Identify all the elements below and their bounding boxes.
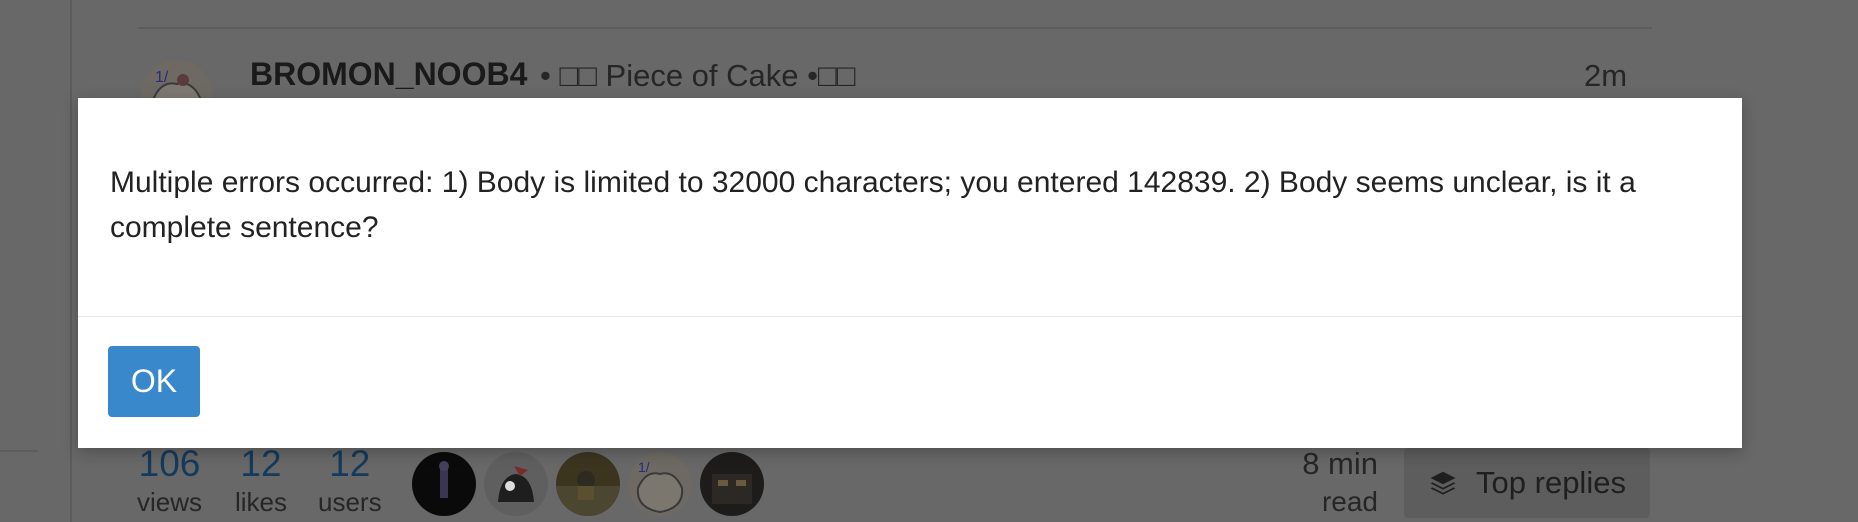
post-username[interactable]: BROMON_NOOB4 [250,56,527,93]
svg-text:1/: 1/ [155,69,169,86]
post-divider [138,27,1652,29]
top-replies-button[interactable]: Top replies [1404,448,1650,518]
participant-avatar-1[interactable] [412,452,476,516]
read-time-unit: read [1321,486,1378,517]
views-count: 106 [138,443,201,484]
ok-button[interactable]: OK [108,346,200,417]
likes-label: likes [235,487,288,517]
users-count: 12 [329,443,371,484]
participant-avatar-4[interactable]: 1/ [628,452,692,516]
views-stat: 106 views [137,444,202,520]
likes-count: 12 [240,443,282,484]
post-user-flair: • □□ Piece of Cake •□□ [540,58,856,93]
layers-icon [1428,468,1458,498]
dialog-divider [78,316,1742,317]
svg-text:1/: 1/ [638,459,650,475]
participant-avatar-3[interactable] [556,452,620,516]
top-replies-label: Top replies [1476,465,1626,500]
error-dialog: Multiple errors occurred: 1) Body is lim… [78,98,1742,448]
participant-avatar-5[interactable] [700,452,764,516]
left-divider [70,0,72,522]
post-timestamp[interactable]: 2m [1584,58,1627,94]
likes-stat: 12 likes [235,444,287,520]
participant-avatar-2[interactable] [484,452,548,516]
users-stat: 12 users [318,444,382,520]
read-time-value: 8 min [1302,446,1378,481]
read-time: 8 min read [1290,444,1378,520]
bottom-divider [0,450,38,452]
views-label: views [137,487,203,517]
users-label: users [318,487,382,517]
error-message: Multiple errors occurred: 1) Body is lim… [110,166,1636,244]
